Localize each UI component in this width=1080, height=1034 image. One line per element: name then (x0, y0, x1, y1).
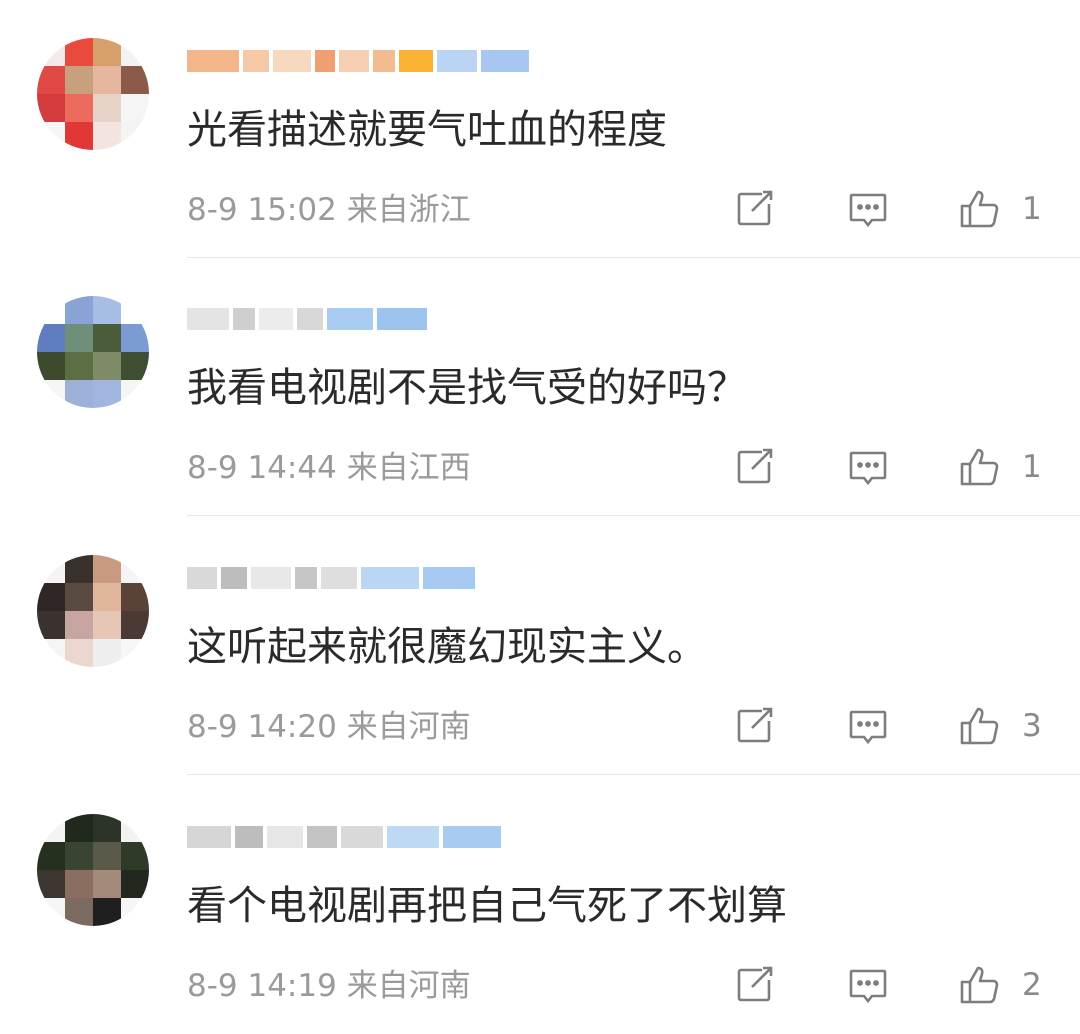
like-count: 3 (1022, 708, 1042, 744)
avatar[interactable] (37, 814, 149, 926)
like-button[interactable]: 2 (958, 960, 1042, 1010)
username-blurred[interactable] (187, 44, 529, 78)
repost-button[interactable] (732, 701, 776, 751)
reply-button[interactable] (846, 701, 890, 751)
like-button[interactable]: 1 (958, 184, 1042, 234)
reply-button[interactable] (846, 184, 890, 234)
comment-item: 光看描述就要气吐血的程度 8-9 15:02 来自浙江 1 (0, 0, 1080, 258)
comment-text: 光看描述就要气吐血的程度 (187, 107, 667, 153)
repost-button[interactable] (732, 442, 776, 492)
comment-text: 我看电视剧不是找气受的好吗？ (187, 365, 747, 411)
like-count: 1 (1022, 191, 1042, 227)
comment-text: 看个电视剧再把自己气死了不划算 (187, 883, 787, 929)
thumbs-up-icon (960, 448, 999, 486)
comment-icon (849, 969, 887, 1004)
comment-item: 这听起来就很魔幻现实主义。 8-9 14:20 来自河南 3 (0, 517, 1080, 775)
like-count: 1 (1022, 449, 1042, 485)
avatar[interactable] (37, 296, 149, 408)
like-button[interactable]: 3 (958, 701, 1042, 751)
like-count: 2 (1022, 967, 1042, 1003)
avatar[interactable] (37, 38, 149, 150)
repost-icon (737, 448, 773, 484)
divider (187, 515, 1080, 516)
comment-item: 看个电视剧再把自己气死了不划算 8-9 14:19 来自河南 2 (0, 776, 1080, 1034)
comment-text: 这听起来就很魔幻现实主义。 (187, 624, 707, 670)
comment-actions: 1 (0, 184, 1080, 234)
avatar[interactable] (37, 555, 149, 667)
like-button[interactable]: 1 (958, 442, 1042, 492)
username-blurred[interactable] (187, 302, 427, 336)
comment-actions: 2 (0, 960, 1080, 1010)
username-blurred[interactable] (187, 561, 475, 595)
repost-icon (737, 707, 773, 743)
comment-item: 我看电视剧不是找气受的好吗？ 8-9 14:44 来自江西 1 (0, 258, 1080, 516)
reply-button[interactable] (846, 960, 890, 1010)
comment-icon (849, 451, 887, 486)
comment-actions: 1 (0, 442, 1080, 492)
username-blurred[interactable] (187, 820, 501, 854)
repost-icon (737, 190, 773, 226)
thumbs-up-icon (960, 707, 999, 745)
reply-button[interactable] (846, 442, 890, 492)
repost-button[interactable] (732, 960, 776, 1010)
repost-icon (737, 966, 773, 1002)
divider (187, 774, 1080, 775)
thumbs-up-icon (960, 190, 999, 228)
comment-actions: 3 (0, 701, 1080, 751)
thumbs-up-icon (960, 966, 999, 1004)
comment-icon (849, 710, 887, 745)
repost-button[interactable] (732, 184, 776, 234)
comment-icon (849, 193, 887, 228)
